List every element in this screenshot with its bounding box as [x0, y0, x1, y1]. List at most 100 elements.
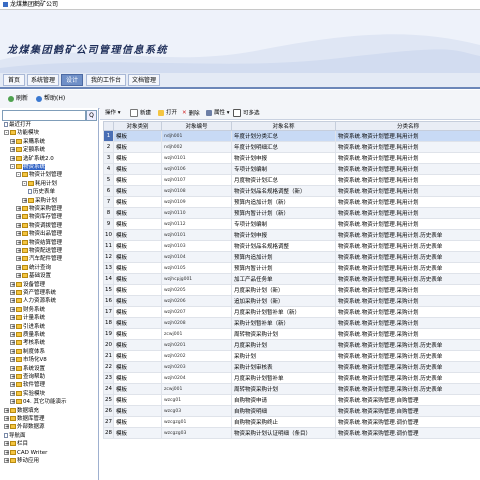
expand-icon[interactable]: + — [10, 290, 15, 296]
tree-node[interactable]: + 人力资源系统 — [10, 298, 56, 305]
expand-icon[interactable]: + — [10, 357, 15, 363]
expand-icon[interactable]: + — [16, 248, 21, 254]
table-row[interactable]: 24 模板 zcwj001 周转物资采购计划 物资系统.物资计划管理.采购计划.历史表单 — [103, 383, 480, 395]
tree-node[interactable]: 历史表单 — [28, 189, 55, 196]
tree-node[interactable]: + 物资配送管理 — [16, 248, 62, 255]
expand-icon[interactable]: + — [10, 147, 15, 153]
expand-icon[interactable]: + — [10, 340, 15, 346]
multi-select-toggle[interactable]: 可多选 — [233, 109, 260, 118]
expand-icon[interactable]: + — [10, 281, 15, 287]
tree-node[interactable]: 最近打开 — [4, 122, 31, 129]
expand-icon[interactable]: + — [10, 306, 15, 312]
tab-design[interactable]: 设计 — [61, 74, 83, 86]
expand-icon[interactable]: + — [16, 206, 21, 212]
table-row[interactable]: 28 模板 wzcgzg03 物资采购计划认证明细（条目） 物资系统.物资采购管理.调价… — [103, 427, 480, 439]
expand-icon[interactable]: + — [10, 315, 15, 321]
expand-icon[interactable]: + — [4, 407, 9, 413]
expand-icon[interactable]: + — [16, 264, 21, 270]
expand-icon[interactable]: + — [10, 382, 15, 388]
tree-node[interactable]: + 市场化V8 — [10, 357, 47, 364]
tree-node[interactable]: + 物资库存管理 — [16, 214, 62, 221]
table-row[interactable]: 27 模板 wzcgzg01 自购物资采购终止 物资系统.物资采购管理.调价管理 — [103, 416, 480, 428]
tree-node[interactable]: + 制度体系 — [10, 348, 45, 356]
tree-node[interactable]: + 计量系统 — [10, 315, 45, 322]
table-row[interactable]: 3 模板 wzjh0101 物资计划申报 物资系统.物资计划管理.耗用计划 — [103, 152, 480, 164]
table-row[interactable]: 2 模板 ndjh002 年度计划明细汇总 物资系统.物资计划管理.耗用计划 — [103, 141, 480, 153]
table-row[interactable]: 4 模板 wzjh0106 专项计划编制 物资系统.物资计划管理.耗用计划 — [103, 163, 480, 175]
expand-icon[interactable]: + — [10, 323, 15, 329]
expand-icon[interactable]: + — [10, 155, 15, 161]
expand-icon[interactable]: + — [4, 424, 9, 430]
tree-node[interactable]: + 资产管理系统 — [10, 290, 56, 297]
table-row[interactable]: 14 模板 wzjhcpjg001 加工产品任务单 物资系统.物资计划管理.耗用计划.历… — [103, 273, 480, 285]
expand-icon[interactable]: + — [10, 298, 15, 304]
expand-icon[interactable]: + — [10, 138, 15, 144]
refresh-button[interactable]: 刷新 — [8, 94, 28, 104]
table-row[interactable]: 26 模板 wzcg03 自购物资明细 物资系统.物资采购管理.自购管理 — [103, 405, 480, 417]
tree-node[interactable]: + 定額系统 — [10, 147, 45, 154]
table-row[interactable]: 11 模板 wzjh0103 物资计划品名规格调整 物资系统.物资计划管理.耗用计划.历… — [103, 240, 480, 252]
expand-icon[interactable]: + — [4, 441, 9, 447]
table-row[interactable]: 8 模板 wzjh0110 预算内暂计计划（新） 物资系统.物资计划管理.耗用计划 — [103, 207, 480, 219]
tree-node[interactable]: + 外部数据源 — [4, 424, 45, 431]
tab-my-workbench[interactable]: 我的工作台 — [86, 74, 126, 86]
expand-icon[interactable]: + — [16, 222, 21, 228]
expand-icon[interactable]: + — [16, 231, 21, 237]
collapse-icon[interactable]: - — [4, 130, 9, 136]
expand-icon[interactable]: + — [10, 348, 15, 354]
tree-node[interactable]: + 考核系统 — [10, 340, 45, 347]
delete-button[interactable]: ✕ 删除 — [182, 109, 200, 118]
tab-system-management[interactable]: 系统管理 — [27, 74, 59, 86]
tree-node[interactable]: +04. 其它功能演示 — [10, 399, 67, 406]
table-row[interactable]: 19 模板 zcwj001 周转物资采购计划 物资系统.物资计划管理.采购计划 — [103, 328, 480, 340]
expand-icon[interactable]: + — [4, 458, 9, 464]
expand-icon[interactable]: + — [16, 256, 21, 262]
table-row[interactable]: 23 模板 wzjh0204 月度采购计划暂补单 物资系统.物资计划管理.采购计划.历史… — [103, 372, 480, 384]
collapse-icon[interactable]: - — [16, 172, 21, 178]
tree-node[interactable]: + 物资结算管理 — [16, 239, 62, 247]
tree-node[interactable]: + 移动应用 — [4, 458, 39, 465]
table-row[interactable]: 18 模板 wzjh0208 采购计划暂补单（新） 物资系统.物资计划管理.采购计划 — [103, 317, 480, 329]
table-row[interactable]: 22 模板 wzjh0203 采购计划审核表 物资系统.物资计划管理.采购计划.历史表单 — [103, 361, 480, 373]
help-button[interactable]: 帮助(H) — [36, 94, 65, 104]
table-row[interactable]: 6 模板 wzjh0108 物资计划品名规格调整（新） 物资系统.物资计划管理.耗用计划 — [103, 185, 480, 197]
tree-node[interactable]: + 栏目 — [4, 441, 28, 448]
tree-node[interactable]: + 软件管理 — [10, 382, 45, 389]
tree-node[interactable]: - 耗用计划 — [22, 180, 57, 188]
tree-node[interactable]: + CAD Writer — [4, 449, 47, 457]
table-row[interactable]: 10 模板 wzjh0101 物资计划申报 物资系统.物资计划管理.耗用计划.历史表单 — [103, 229, 480, 241]
open-button[interactable]: 打开 — [158, 109, 177, 118]
tree-node[interactable]: + 系统设置 — [10, 365, 45, 373]
tree-node[interactable]: + 物资调拨管理 — [16, 222, 62, 230]
tree-node[interactable]: + 财务系统 — [10, 306, 45, 314]
table-row[interactable]: 9 模板 wzjh0112 专项计划编制 物资系统.物资计划管理.耗用计划 — [103, 218, 480, 230]
expand-icon[interactable]: + — [10, 365, 15, 371]
table-row[interactable]: 1 模板 ndjh001 年度计划分类汇总 物资系统.物资计划管理.耗用计划 — [103, 130, 480, 142]
table-row[interactable]: 7 模板 wzjh0109 预算内追加计划（新） 物资系统.物资计划管理.耗用计划 — [103, 196, 480, 208]
table-row[interactable]: 21 模板 wzjh0202 采购计划 物资系统.物资计划管理.采购计划.历史表单 — [103, 350, 480, 362]
table-row[interactable]: 16 模板 wzjh0206 追加采购计划（新） 物资系统.物资计划管理.采购计划 — [103, 295, 480, 307]
search-button[interactable]: Q — [86, 110, 97, 121]
collapse-icon[interactable]: - — [10, 164, 15, 170]
col-header-category[interactable]: 分类名称 — [335, 121, 480, 131]
tree-node[interactable]: + 实验模块 — [10, 390, 45, 398]
tree-search-input[interactable] — [2, 110, 86, 121]
tree-node[interactable]: 导航面 — [4, 432, 26, 440]
tree-node[interactable]: + 数据填充 — [4, 407, 39, 415]
tree-node[interactable]: + 统计查询 — [16, 264, 51, 272]
expand-icon[interactable]: + — [4, 416, 9, 422]
expand-icon[interactable]: + — [10, 374, 15, 380]
tree-node[interactable]: - 功能模块 — [4, 130, 39, 137]
tab-document-management[interactable]: 文档管理 — [128, 74, 160, 86]
tree-node[interactable]: - 物资系统 — [10, 164, 46, 171]
collapse-icon[interactable]: - — [22, 180, 27, 186]
expand-icon[interactable]: + — [4, 449, 9, 455]
tree-node[interactable]: + 物资采购管理 — [16, 206, 62, 213]
tree-node[interactable]: + 引进系统 — [10, 323, 45, 331]
expand-icon[interactable]: + — [16, 273, 21, 279]
expand-icon[interactable]: + — [10, 390, 15, 396]
table-row[interactable]: 5 模板 wzjh0107 月度物资计划汇总 物资系统.物资计划管理.耗用计划 — [103, 174, 480, 186]
table-row[interactable]: 12 模板 wzjh0104 预算内追加计划 物资系统.物资计划管理.耗用计划.历史表单 — [103, 251, 480, 263]
tree-node[interactable]: + 质量系统 — [10, 332, 45, 339]
expand-icon[interactable]: + — [22, 197, 27, 203]
